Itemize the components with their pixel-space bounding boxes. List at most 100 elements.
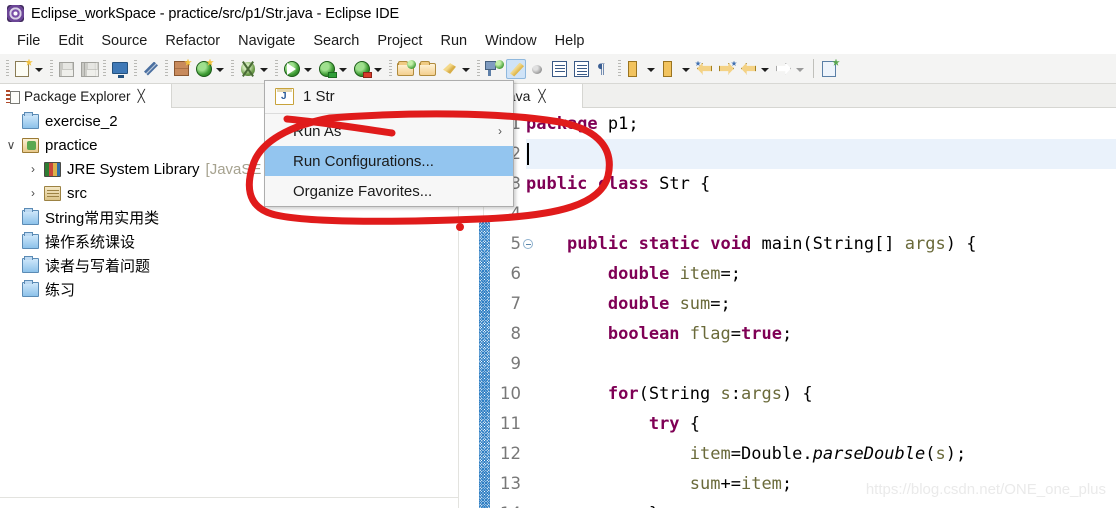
save-icon[interactable]	[57, 59, 77, 79]
window-title: Eclipse_workSpace - practice/src/p1/Str.…	[31, 5, 400, 22]
pilcrow-icon[interactable]: ¶	[594, 59, 614, 79]
menu-bar: File Edit Source Refactor Navigate Searc…	[0, 29, 1116, 53]
line-number: 7	[510, 294, 522, 313]
external-tools-icon[interactable]	[352, 59, 372, 79]
line-number: 10	[500, 384, 521, 403]
open-type-icon[interactable]	[396, 59, 416, 79]
previous-annotation-dropdown-icon[interactable]	[681, 59, 692, 79]
editor-body[interactable]: 1 2 3 4 5 6 7 8 9 10 11 12 13 14 15 pack…	[471, 109, 1116, 508]
menu-navigate[interactable]: Navigate	[229, 31, 304, 51]
search-dropdown-icon[interactable]	[461, 59, 472, 79]
tree-item-os-coursework[interactable]: 操作系统课设	[0, 229, 458, 253]
line-number: 8	[510, 324, 522, 343]
coverage-icon[interactable]	[317, 59, 337, 79]
new-java-class-dropdown-icon[interactable]	[215, 59, 226, 79]
show-whitespace-icon[interactable]	[550, 59, 570, 79]
package-explorer-icon	[6, 89, 20, 104]
last-edit-location-icon[interactable]	[484, 59, 504, 79]
run-icon[interactable]	[282, 59, 302, 79]
debug-dropdown-icon[interactable]	[259, 59, 270, 79]
next-annotation-icon[interactable]	[625, 59, 645, 79]
menu-edit[interactable]: Edit	[49, 31, 92, 51]
tree-item-label: String常用实用类	[45, 209, 160, 227]
menu-search[interactable]: Search	[304, 31, 368, 51]
open-console-icon[interactable]	[110, 59, 130, 79]
new-window-icon[interactable]	[820, 58, 840, 79]
jre-library-icon	[44, 161, 61, 177]
chevron-right-icon[interactable]: ›	[22, 162, 44, 176]
tree-item-label: 练习	[45, 281, 76, 299]
next-annotation-dropdown-icon[interactable]	[646, 59, 657, 79]
toggle-word-wrap-icon[interactable]	[572, 59, 592, 79]
search-icon[interactable]	[440, 59, 460, 79]
tree-item-label: practice	[45, 136, 98, 154]
toggle-mark-occurrences-icon[interactable]	[141, 59, 161, 79]
menu-help[interactable]: Help	[546, 31, 594, 51]
explorer-horizontal-scrollbar[interactable]	[0, 497, 458, 508]
menu-refactor[interactable]: Refactor	[156, 31, 229, 51]
menu-item-run-as[interactable]: Run As ›	[265, 116, 513, 146]
line-number: 9	[510, 354, 522, 373]
eclipse-ide-window: Eclipse_workSpace - practice/src/p1/Str.…	[0, 0, 1116, 508]
tab-package-explorer[interactable]: Package Explorer ╳	[0, 84, 172, 108]
menu-item-label: 1 Str	[303, 87, 335, 105]
menu-item-1-str[interactable]: 1 Str	[265, 81, 513, 111]
external-tools-dropdown-icon[interactable]	[373, 59, 384, 79]
toolbar-divider	[813, 59, 814, 78]
skip-all-breakpoints-icon[interactable]	[528, 59, 548, 79]
menu-separator	[265, 113, 513, 114]
debug-icon[interactable]	[238, 59, 258, 79]
tree-item-practice-cn[interactable]: 练习	[0, 277, 458, 301]
save-all-icon[interactable]	[79, 59, 99, 79]
menu-file[interactable]: File	[8, 31, 49, 51]
code-line: public class Str {	[526, 174, 711, 194]
project-closed-icon	[22, 279, 39, 297]
code-line: }	[526, 499, 1116, 508]
new-java-class-icon[interactable]	[194, 58, 214, 79]
text-caret	[527, 143, 529, 165]
new-wizard-icon[interactable]	[13, 58, 33, 79]
menu-item-organize-favorites[interactable]: Organize Favorites...	[265, 176, 513, 206]
menu-source[interactable]: Source	[92, 31, 156, 51]
close-icon[interactable]: ╳	[538, 89, 545, 103]
forward-icon[interactable]	[774, 59, 794, 79]
title-bar: Eclipse_workSpace - practice/src/p1/Str.…	[0, 0, 1116, 27]
chevron-down-icon[interactable]: ∨	[0, 138, 22, 152]
tree-item-string-utils[interactable]: String常用实用类	[0, 205, 458, 229]
run-context-menu: 1 Str Run As › Run Configurations... Org…	[264, 80, 514, 207]
project-closed-icon	[22, 111, 39, 129]
tree-item-label: exercise_2	[45, 112, 118, 130]
code-line: public static void main(String[] args) {	[566, 234, 977, 254]
tree-item-reader-writer[interactable]: 读者与写着问题	[0, 253, 458, 277]
chevron-right-icon[interactable]: ›	[22, 186, 44, 200]
watermark-text: https://blog.csdn.net/ONE_one_plus	[865, 481, 1106, 498]
run-dropdown-icon[interactable]	[303, 59, 314, 79]
java-file-icon	[275, 87, 294, 105]
forward-to-history-icon[interactable]	[717, 59, 737, 79]
code-line: item=Double.parseDouble(s);	[689, 444, 967, 464]
code-line: package p1;	[526, 114, 639, 134]
back-to-history-icon[interactable]	[695, 59, 715, 79]
menu-project[interactable]: Project	[368, 31, 431, 51]
toggle-block-selection-icon[interactable]	[506, 58, 526, 79]
line-number: 6	[510, 264, 522, 283]
previous-annotation-icon[interactable]	[660, 59, 680, 79]
main-toolbar: ¶	[0, 54, 1116, 84]
back-dropdown-icon[interactable]	[760, 59, 771, 79]
back-icon[interactable]	[739, 59, 759, 79]
line-number: 13	[500, 474, 521, 493]
menu-item-run-configurations[interactable]: Run Configurations...	[265, 146, 513, 176]
open-task-icon[interactable]	[418, 59, 438, 79]
menu-run[interactable]: Run	[431, 31, 476, 51]
code-line: boolean flag=true;	[607, 324, 793, 344]
chevron-right-icon: ›	[498, 124, 502, 138]
new-wizard-dropdown-icon[interactable]	[34, 59, 45, 79]
forward-dropdown-icon[interactable]	[795, 59, 806, 79]
coverage-dropdown-icon[interactable]	[338, 59, 349, 79]
code-text-column[interactable]: package p1; public class Str { public st…	[526, 109, 1116, 508]
close-icon[interactable]: ╳	[138, 89, 145, 103]
toolbar-separator	[389, 59, 392, 78]
menu-window[interactable]: Window	[476, 31, 546, 51]
new-java-package-icon[interactable]	[172, 58, 192, 79]
explorer-tab-label: Package Explorer	[24, 88, 131, 104]
